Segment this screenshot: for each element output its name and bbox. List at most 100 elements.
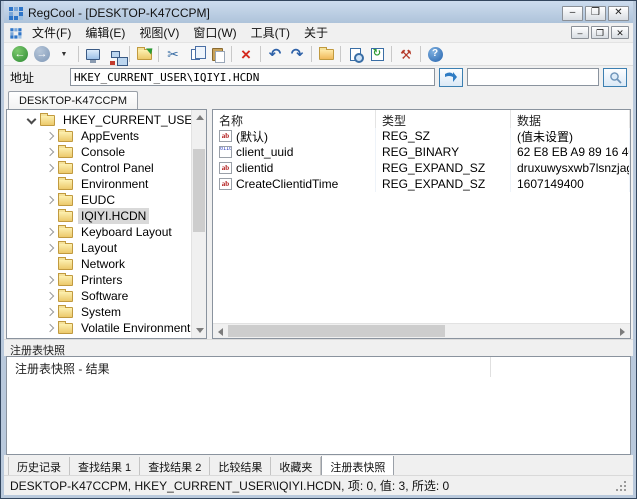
cut-button[interactable]: ✂ [162,44,184,64]
forward-button[interactable]: → [31,44,53,64]
redo-button[interactable]: ↷ [286,44,308,64]
expander-icon[interactable] [43,161,57,175]
expander-icon[interactable] [43,145,57,159]
tree-item-software[interactable]: Software [7,288,191,304]
main-area: HKEY_CURRENT_USER AppEvents Console Cont… [4,109,633,339]
title-bar: RegCool - [DESKTOP-K47CCPM] –❒✕ [4,1,633,23]
column-header-type[interactable]: 类型 [376,110,511,128]
tree-scroll-track[interactable] [192,125,206,323]
tab-desktop-k47ccpm[interactable]: DESKTOP-K47CCPM [8,91,138,109]
tree-item-printers[interactable]: Printers [7,272,191,288]
mdi-close-button[interactable]: ✕ [611,26,629,39]
refresh-button[interactable]: ↻ [366,44,388,64]
close-button[interactable]: ✕ [608,6,629,21]
resize-grip-icon[interactable] [615,480,627,492]
scroll-up-button[interactable] [192,110,207,125]
search-button[interactable] [603,68,627,87]
menu-edit[interactable]: 编辑(E) [78,22,132,43]
tree-item-volatile-environment[interactable]: Volatile Environment [7,320,191,336]
value-row-default[interactable]: ab (默认) REG_SZ (值未设置) [213,128,630,144]
list-scroll-track[interactable] [228,324,615,338]
scroll-left-button[interactable] [213,324,228,339]
expander-icon[interactable] [43,129,57,143]
connect-computer-button[interactable] [82,44,104,64]
column-header-data[interactable]: 数据 [511,110,630,128]
maximize-button[interactable]: ❒ [585,6,606,21]
tools-button[interactable]: ⚒ [395,44,417,64]
tree-item-layout[interactable]: Layout [7,240,191,256]
expander-icon[interactable] [43,177,57,191]
value-row-clientid[interactable]: ab clientid REG_EXPAND_SZ druxuwysxwb7ls… [213,160,630,176]
paste-button[interactable] [206,44,228,64]
scroll-right-button[interactable] [615,324,630,339]
menu-file[interactable]: 文件(F) [25,22,78,43]
address-input[interactable] [70,68,435,86]
expander-icon[interactable] [43,305,57,319]
folder-icon [58,179,73,190]
snapshot-results-column[interactable]: 注册表快照 - 结果 [7,357,491,377]
tree-item-hkey-current-user[interactable]: HKEY_CURRENT_USER [7,112,191,128]
snapshot-results-header: 注册表快照 - 结果 [7,357,630,377]
network-button[interactable] [104,44,126,64]
tree-vertical-scrollbar[interactable] [191,110,206,338]
folder-icon [58,195,73,206]
tree-item-eudc[interactable]: EUDC [7,192,191,208]
tree-item-system[interactable]: System [7,304,191,320]
search-registry-button[interactable] [344,44,366,64]
tree-item-console[interactable]: Console [7,144,191,160]
expander-icon[interactable] [43,257,57,271]
expander-icon[interactable] [43,241,57,255]
toolbar-separator [420,46,421,62]
folder-icon [58,259,73,270]
delete-button[interactable]: × [235,44,257,64]
menu-about[interactable]: 关于 [297,22,335,43]
menu-window[interactable]: 窗口(W) [186,22,243,43]
expander-icon[interactable] [43,209,57,223]
minimize-button[interactable]: – [562,6,583,21]
history-dropdown[interactable]: ▼ [53,44,75,64]
value-row-client-uuid[interactable]: 0110 1001 client_uuid REG_BINARY 62 E8 E… [213,144,630,160]
tree-item-iqiyi-hcdn[interactable]: IQIYI.HCDN [7,208,191,224]
tools-icon: ⚒ [400,48,412,61]
tree-scroll-thumb[interactable] [193,149,205,232]
expander-icon[interactable] [43,273,57,287]
go-button[interactable] [439,68,463,87]
list-scroll-thumb[interactable] [228,325,445,337]
string-icon: ab [219,178,232,190]
expander-icon[interactable] [43,289,57,303]
copy-button[interactable] [184,44,206,64]
toolbar-separator [260,46,261,62]
values-list: ab (默认) REG_SZ (值未设置) 0110 1001 client_u… [213,128,630,323]
toolbar-separator [231,46,232,62]
list-horizontal-scrollbar[interactable] [213,323,630,338]
help-button[interactable]: ? [424,44,446,64]
value-row-createclientidtime[interactable]: ab CreateClientidTime REG_EXPAND_SZ 1607… [213,176,630,192]
regcool-app-icon [8,6,23,20]
undo-button[interactable]: ↶ [264,44,286,64]
load-hive-button[interactable] [133,44,155,64]
expander-icon[interactable] [25,113,39,127]
menu-view[interactable]: 视图(V) [132,22,186,43]
folder-icon [58,291,73,302]
column-header-name[interactable]: 名称 [213,110,376,128]
document-tab-strip: DESKTOP-K47CCPM [4,88,633,109]
folder-icon [40,115,55,126]
tree-item-network[interactable]: Network [7,256,191,272]
expander-icon[interactable] [43,321,57,335]
expander-icon[interactable] [43,225,57,239]
right-arrow-icon [620,328,625,336]
tree-item-keyboard-layout[interactable]: Keyboard Layout [7,224,191,240]
back-button[interactable]: ← [9,44,31,64]
expander-icon[interactable] [43,193,57,207]
mdi-restore-button[interactable]: ❐ [591,26,609,39]
tree-item-environment[interactable]: Environment [7,176,191,192]
favorites-folder-button[interactable] [315,44,337,64]
address-label: 地址 [10,69,66,86]
menu-tools[interactable]: 工具(T) [244,22,297,43]
scroll-down-button[interactable] [192,323,207,338]
mdi-minimize-button[interactable]: – [571,26,589,39]
forward-icon: → [34,46,50,62]
filter-input[interactable] [467,68,599,86]
tree-item-control-panel[interactable]: Control Panel [7,160,191,176]
tree-item-appevents[interactable]: AppEvents [7,128,191,144]
